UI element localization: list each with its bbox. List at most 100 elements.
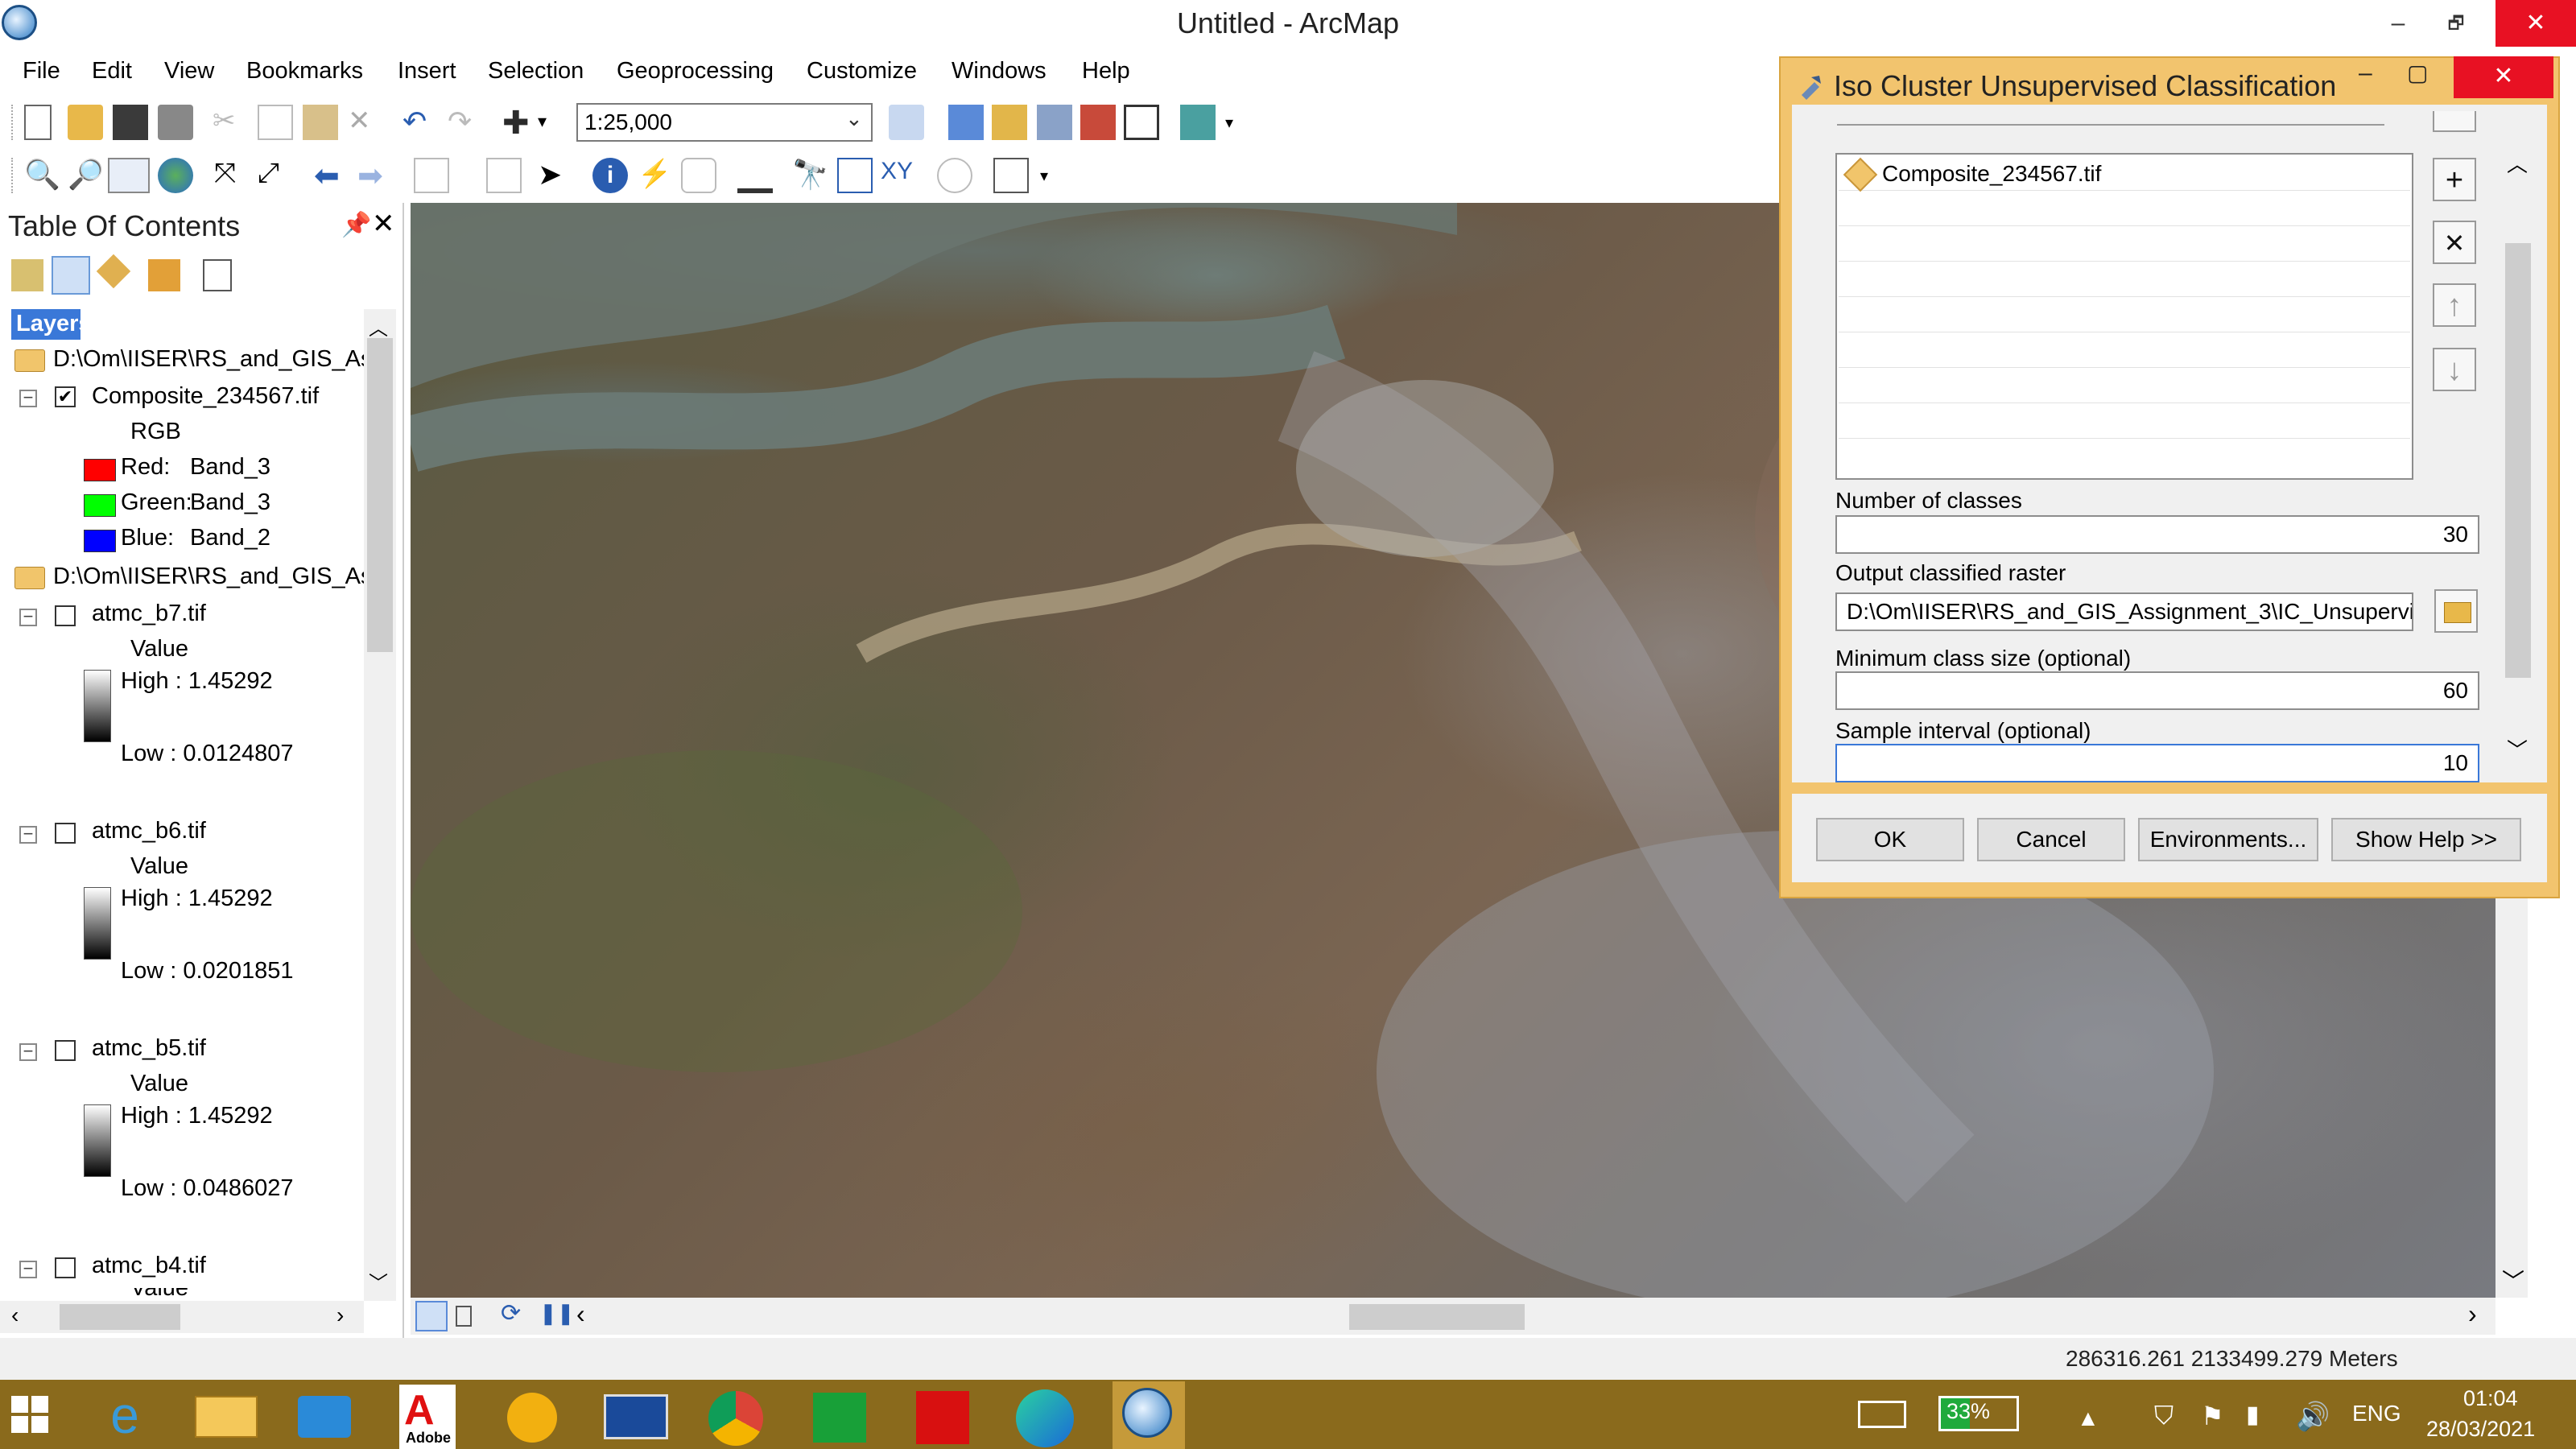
restore-button[interactable]: 🗗 <box>2428 0 2484 47</box>
list-by-selection-icon[interactable] <box>148 259 180 291</box>
toolbar-options-icon[interactable]: ▾ <box>1040 166 1075 201</box>
add-data-dropdown-icon[interactable]: ▾ <box>538 111 573 147</box>
scroll-up-icon[interactable]: ︿ <box>2507 148 2528 178</box>
clock-time[interactable]: 01:04 <box>2463 1386 2518 1411</box>
find-route-icon[interactable] <box>837 158 873 193</box>
layer-visibility-checkbox[interactable] <box>55 605 76 626</box>
list-by-drawing-order-icon[interactable] <box>11 259 43 291</box>
identify-icon[interactable]: i <box>592 158 628 193</box>
data-view-icon[interactable] <box>415 1301 448 1331</box>
network-signal-icon[interactable]: ▮ <box>2246 1401 2260 1429</box>
store-icon[interactable] <box>813 1393 866 1443</box>
collapse-icon[interactable]: − <box>19 825 37 844</box>
collapse-icon[interactable]: − <box>19 608 37 626</box>
toolbar-grip[interactable] <box>11 158 18 193</box>
layer-visibility-checkbox[interactable] <box>55 823 76 844</box>
headphones-app-icon[interactable] <box>507 1393 557 1443</box>
security-icon[interactable]: ⛉ <box>2154 1401 2174 1431</box>
cancel-button[interactable]: Cancel <box>1977 818 2125 861</box>
dialog-close-button[interactable]: ✕ <box>2454 56 2553 98</box>
scroll-left-icon[interactable]: ‹ <box>11 1302 19 1328</box>
menu-file[interactable]: File <box>23 58 60 85</box>
adobe-icon[interactable]: A Adobe <box>399 1385 456 1449</box>
file-explorer-icon[interactable] <box>195 1396 258 1438</box>
menu-windows[interactable]: Windows <box>952 58 1046 85</box>
flag-icon[interactable]: ⚑ <box>2201 1401 2224 1431</box>
lenovo-app-icon[interactable] <box>604 1394 668 1439</box>
back-extent-icon[interactable]: ⬅ <box>314 158 349 193</box>
search-window-icon[interactable] <box>1037 105 1072 140</box>
layout-view-icon[interactable] <box>456 1306 472 1327</box>
clipped-input-field[interactable] <box>1837 119 2384 126</box>
menu-customize[interactable]: Customize <box>807 58 917 85</box>
show-hidden-icons[interactable]: ▲ <box>2077 1406 2099 1431</box>
output-raster-input[interactable]: D:\Om\IISER\RS_and_GIS_Assignment_3\IC_U… <box>1835 592 2413 631</box>
toolbar-grip[interactable] <box>11 105 18 140</box>
menu-insert[interactable]: Insert <box>398 58 456 85</box>
delete-icon[interactable]: ✕ <box>348 105 383 140</box>
environments-button[interactable]: Environments... <box>2138 818 2318 861</box>
chrome-icon[interactable] <box>708 1391 763 1446</box>
undo-icon[interactable]: ↶ <box>402 105 438 140</box>
scroll-down-icon[interactable]: ﹀ <box>369 1267 388 1295</box>
catalog-window-icon[interactable] <box>992 105 1027 140</box>
zoom-in-icon[interactable]: 🔍 <box>24 158 60 193</box>
editor-toolbar-icon[interactable] <box>889 105 924 140</box>
ok-button[interactable]: OK <box>1816 818 1964 861</box>
close-button[interactable]: ✕ <box>2496 0 2576 47</box>
num-classes-input[interactable]: 30 <box>1835 515 2479 554</box>
find-icon[interactable]: 🔭 <box>792 158 828 193</box>
mail-icon[interactable] <box>298 1396 351 1438</box>
language-indicator[interactable]: ENG <box>2352 1401 2401 1426</box>
menu-geoprocessing[interactable]: Geoprocessing <box>617 58 774 85</box>
hyperlink-icon[interactable]: ⚡ <box>638 158 673 193</box>
sample-interval-input[interactable]: 10 <box>1835 744 2479 782</box>
time-slider-icon[interactable] <box>937 158 972 193</box>
layer-name-b6[interactable]: atmc_b6.tif <box>92 818 206 844</box>
dialog-minimize-button[interactable]: – <box>2359 60 2372 87</box>
collapse-icon[interactable]: − <box>19 1042 37 1061</box>
python-window-icon[interactable] <box>1124 105 1159 140</box>
html-popup-icon[interactable] <box>681 158 716 193</box>
scroll-down-icon[interactable]: ﹀ <box>2507 734 2528 764</box>
fixed-zoom-out-icon[interactable]: ⤢ <box>258 158 293 193</box>
paste-icon[interactable] <box>303 105 338 140</box>
add-input-button[interactable]: + <box>2433 158 2476 201</box>
remove-input-button[interactable]: ✕ <box>2433 221 2476 264</box>
scroll-down-icon[interactable]: ﹀ <box>2502 1264 2524 1296</box>
layer-name-b5[interactable]: atmc_b5.tif <box>92 1035 206 1062</box>
chevron-down-icon[interactable]: ⌄ <box>845 106 863 131</box>
select-elements-icon[interactable]: ➤ <box>538 158 573 193</box>
scrollbar-thumb[interactable] <box>367 338 393 652</box>
zoom-out-icon[interactable]: 🔎 <box>68 158 104 193</box>
layer-visibility-checkbox[interactable] <box>55 1040 76 1061</box>
menu-help[interactable]: Help <box>1082 58 1130 85</box>
show-help-button[interactable]: Show Help >> <box>2331 818 2521 861</box>
scrollbar-thumb[interactable] <box>1349 1304 1525 1330</box>
toc-horizontal-scrollbar[interactable] <box>0 1301 364 1333</box>
scroll-right-icon[interactable]: › <box>336 1302 344 1328</box>
toc-close-button[interactable]: ✕ <box>372 208 395 240</box>
fixed-zoom-in-icon[interactable]: ⤧ <box>214 158 250 193</box>
arctoolbox-icon[interactable] <box>1080 105 1116 140</box>
collapse-icon[interactable]: − <box>19 389 37 407</box>
scroll-right-icon[interactable]: › <box>2468 1299 2477 1329</box>
internet-explorer-icon[interactable]: e <box>93 1385 156 1446</box>
input-rasters-list[interactable] <box>1835 153 2413 480</box>
forward-extent-icon[interactable]: ➡ <box>357 158 393 193</box>
layer-name-b7[interactable]: atmc_b7.tif <box>92 601 206 627</box>
min-class-input[interactable]: 60 <box>1835 671 2479 710</box>
select-features-icon[interactable] <box>414 158 449 193</box>
scrollbar-thumb[interactable] <box>2505 243 2531 678</box>
pause-drawing-icon[interactable]: ❚❚ <box>539 1301 575 1326</box>
open-icon[interactable] <box>68 105 103 140</box>
layer-visibility-checkbox[interactable] <box>55 1257 76 1278</box>
model-builder-icon[interactable] <box>1180 105 1216 140</box>
clipped-browse-button[interactable] <box>2433 111 2476 132</box>
pan-icon[interactable] <box>108 158 150 193</box>
menu-selection[interactable]: Selection <box>488 58 584 85</box>
refresh-icon[interactable]: ⟳ <box>501 1299 521 1327</box>
save-icon[interactable] <box>113 105 148 140</box>
clear-selection-icon[interactable] <box>486 158 522 193</box>
add-data-icon[interactable]: ✚ <box>502 105 538 141</box>
